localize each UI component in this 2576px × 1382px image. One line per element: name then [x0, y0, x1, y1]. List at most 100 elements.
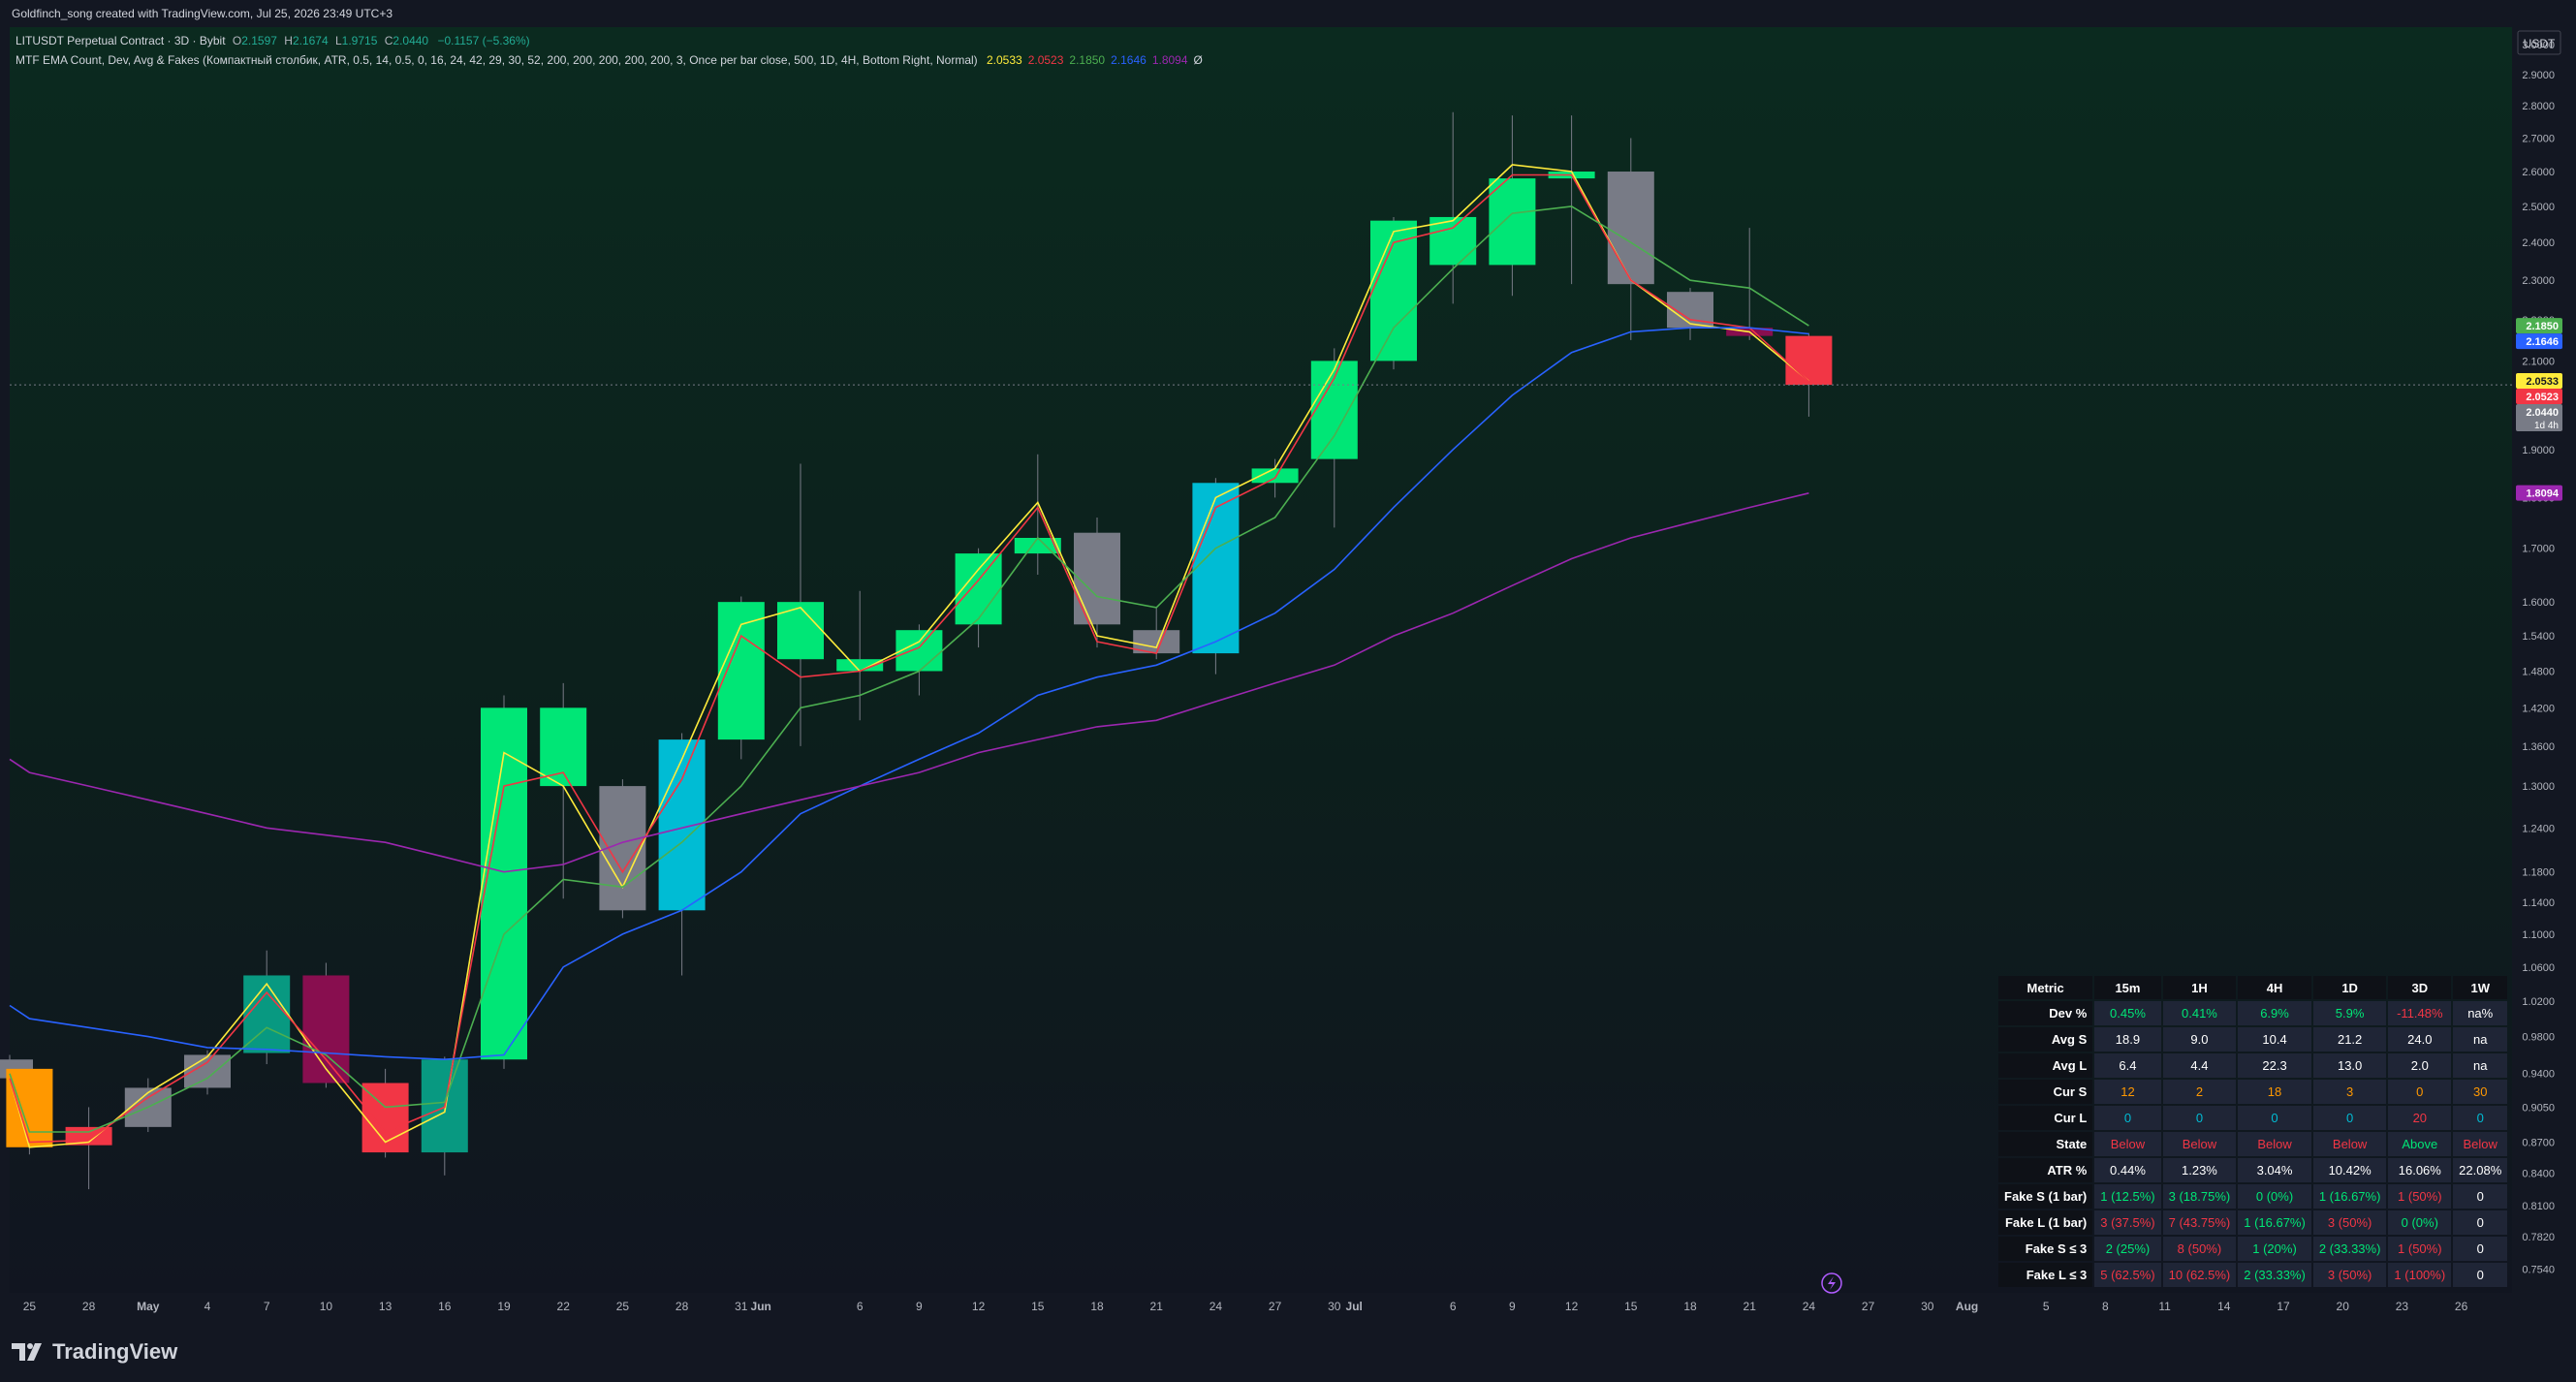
metrics-cell: 0 [2453, 1210, 2508, 1235]
metrics-cell: 3 (18.75%) [2162, 1184, 2237, 1209]
x-tick-label: 15 [1624, 1300, 1638, 1313]
metrics-cell: 30 [2453, 1080, 2508, 1104]
candle-body [1607, 172, 1654, 285]
chart-legend: LITUSDT Perpetual Contract · 3D · Bybit … [16, 31, 1203, 70]
top-bar: Goldfinch_song created with TradingView.… [0, 0, 2576, 27]
price-label-text: 2.0440 [2526, 407, 2559, 419]
price-axis[interactable]: USDT 3.00002.90002.80002.70002.60002.500… [2512, 27, 2576, 1320]
x-tick-label: 7 [264, 1300, 270, 1313]
x-tick-label: 27 [1269, 1300, 1282, 1313]
x-tick-label: 20 [2337, 1300, 2350, 1313]
metrics-cell: 24.0 [2388, 1027, 2452, 1052]
indicator-value: 2.0523 [1027, 53, 1064, 67]
indicator-value: 2.1646 [1111, 53, 1147, 67]
y-tick-label: 0.8100 [2522, 1201, 2555, 1212]
x-tick-label: 25 [23, 1300, 37, 1313]
metrics-row-label: State [1998, 1132, 2093, 1156]
x-tick-label: 10 [320, 1300, 333, 1313]
symbol-title: LITUSDT Perpetual Contract · 3D · Bybit [16, 34, 226, 47]
metrics-cell: 2 [2162, 1080, 2237, 1104]
x-tick-label: 31 [735, 1300, 748, 1313]
x-tick-label: 21 [1744, 1300, 1757, 1313]
price-label: 2.0440 1d 4h [2516, 403, 2562, 431]
x-tick-label: 12 [972, 1300, 986, 1313]
candle-body [777, 602, 824, 660]
ohlc-legend: LITUSDT Perpetual Contract · 3D · Bybit … [16, 31, 1203, 50]
indicator-value: 2.1850 [1069, 53, 1106, 67]
metrics-table: Metric 15m 1H 4H 1D 3D 1W Dev % 0.45% 0.41% 6.9% 5… [1996, 974, 2509, 1289]
price-label-text: 2.1850 [2526, 321, 2559, 332]
x-tick-label: 14 [2217, 1300, 2231, 1313]
x-tick-label: 30 [1328, 1300, 1341, 1313]
bottom-bar: TradingView [0, 1320, 2576, 1382]
tradingview-logo[interactable]: TradingView [12, 1339, 177, 1365]
x-tick-label: 6 [1450, 1300, 1457, 1313]
metrics-row: ATR % 0.44% 1.23% 3.04% 10.42% 16.06% 22.08% [1998, 1158, 2508, 1182]
y-tick-label: 0.9050 [2522, 1102, 2555, 1114]
y-tick-label: 1.7000 [2522, 544, 2555, 555]
y-tick-label: 1.1400 [2522, 897, 2555, 909]
chart-caption: Goldfinch_song created with TradingView.… [12, 7, 393, 20]
metrics-cell: 18.9 [2094, 1027, 2161, 1052]
candle-body [1489, 178, 1536, 266]
price-label-countdown: 1d 4h [2534, 421, 2559, 431]
metrics-row: Dev % 0.45% 0.41% 6.9% 5.9% -11.48% na% [1998, 1001, 2508, 1025]
metrics-cell: 9.0 [2162, 1027, 2237, 1052]
metrics-row-label: Avg L [1998, 1053, 2093, 1078]
price-label: 2.0523 [2516, 388, 2562, 404]
x-tick-label: 28 [82, 1300, 96, 1313]
metrics-cell: Below [2162, 1132, 2237, 1156]
metrics-cell: 0 [2453, 1263, 2508, 1287]
x-tick-label: 19 [497, 1300, 511, 1313]
metrics-row-label: Fake S ≤ 3 [1998, 1237, 2093, 1261]
metrics-row: Fake S (1 bar) 1 (12.5%) 3 (18.75%) 0 (0%) 1… [1998, 1184, 2508, 1209]
x-tick-label: May [137, 1300, 160, 1313]
metrics-cell: 2 (25%) [2094, 1237, 2161, 1261]
indicator-value: Ø [1193, 53, 1203, 67]
metrics-row-label: ATR % [1998, 1158, 2093, 1182]
y-tick-label: 1.9000 [2522, 445, 2555, 456]
close-value: 2.0440 [393, 34, 429, 47]
y-tick-label: 2.8000 [2522, 101, 2555, 112]
price-label: 2.1850 [2516, 318, 2562, 334]
x-tick-label: 16 [438, 1300, 452, 1313]
y-tick-label: 0.7820 [2522, 1232, 2555, 1243]
x-tick-label: 24 [1209, 1300, 1223, 1313]
metrics-header-row: Metric 15m 1H 4H 1D 3D 1W [1998, 976, 2508, 999]
metrics-cell: Below [2312, 1132, 2387, 1156]
price-label: 1.8094 [2516, 485, 2562, 501]
metrics-cell: 0 [2453, 1106, 2508, 1130]
x-tick-label: Jul [1346, 1300, 1363, 1313]
y-tick-label: 2.4000 [2522, 237, 2555, 249]
metrics-cell: 0 [2453, 1184, 2508, 1209]
metrics-header-cell: 4H [2238, 976, 2311, 999]
metrics-cell: 4.4 [2162, 1053, 2237, 1078]
metrics-cell: Below [2094, 1132, 2161, 1156]
x-tick-label: Aug [1956, 1300, 1978, 1313]
indicator-legend[interactable]: MTF EMA Count, Dev, Avg & Fakes (Компакт… [16, 50, 1203, 70]
candle-body [481, 707, 527, 1060]
y-tick-label: 2.3000 [2522, 275, 2555, 287]
open-value: 2.1597 [241, 34, 277, 47]
high-value: 2.1674 [292, 34, 329, 47]
time-axis[interactable]: 25 28 May 4 7 10 13 16 19 22 25 28 31 Jun 6 9 12 15 18 21 24… [10, 1293, 2512, 1320]
metrics-cell: 22.3 [2238, 1053, 2311, 1078]
candle-body [1074, 532, 1120, 625]
metrics-header-cell: 1H [2162, 976, 2237, 999]
metrics-cell: 13.0 [2312, 1053, 2387, 1078]
metrics-cell: 20 [2388, 1106, 2452, 1130]
metrics-header-cell: Metric [1998, 976, 2093, 999]
metrics-row: Cur S 12 2 18 3 0 30 [1998, 1080, 2508, 1104]
price-label-text: 1.8094 [2526, 488, 2560, 500]
y-tick-label: 1.1000 [2522, 929, 2555, 941]
candle-body [6, 1068, 53, 1147]
metrics-cell: 0 [2388, 1080, 2452, 1104]
open-label: O [232, 34, 242, 47]
metrics-row: Fake L (1 bar) 3 (37.5%) 7 (43.75%) 1 (16.6… [1998, 1210, 2508, 1235]
indicator-values: 2.0533 2.0523 2.1850 2.1646 1.8094 Ø [981, 53, 1203, 67]
metrics-cell: na [2453, 1027, 2508, 1052]
y-tick-label: 3.0000 [2522, 40, 2555, 51]
metrics-cell: 10.4 [2238, 1027, 2311, 1052]
low-label: L [334, 34, 342, 47]
x-tick-label: 12 [1565, 1300, 1579, 1313]
